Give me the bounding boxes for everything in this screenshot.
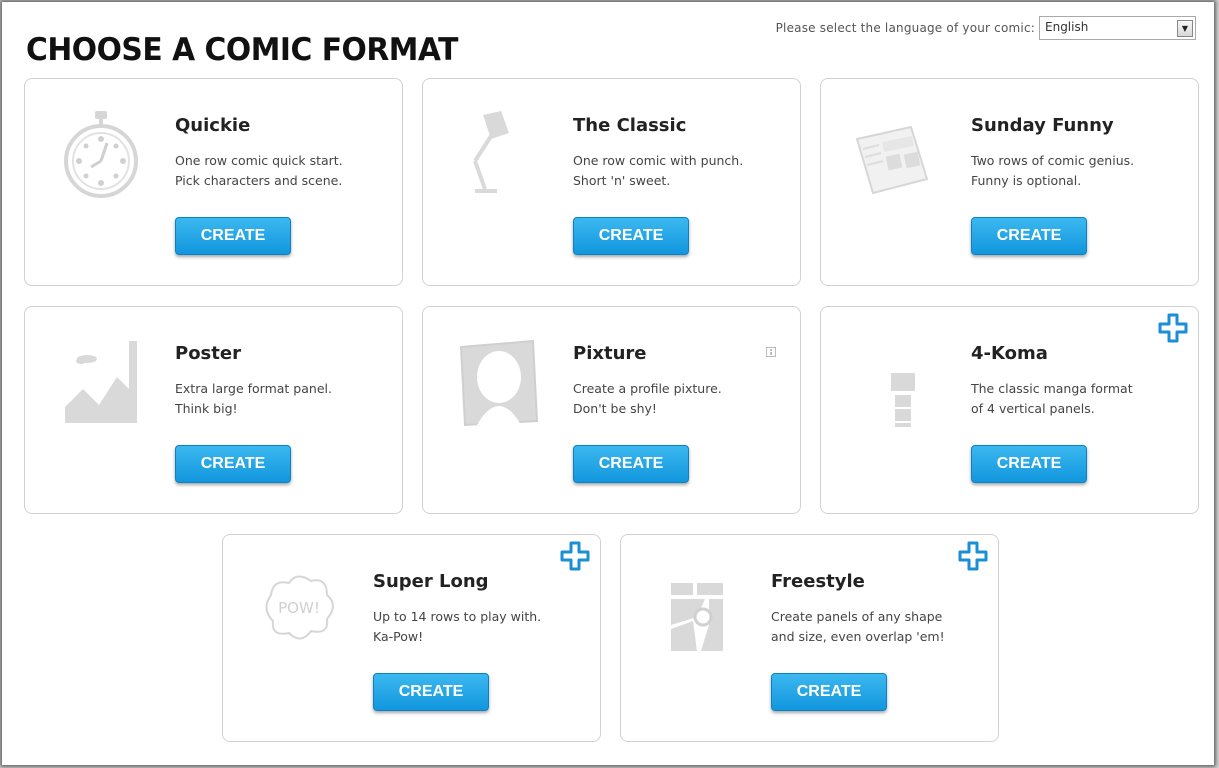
card-title: Quickie [175,115,251,136]
card-desc-line: Ka-Pow! [373,629,424,644]
format-card-4-koma: 4-Koma The classic manga format of 4 ver… [820,306,1199,514]
language-selected-value: English [1045,20,1089,34]
format-card-super-long: POW! Super Long Up to 14 rows to play wi… [222,534,601,742]
vertical-panels-icon [891,373,915,427]
card-desc-line: and size, even overlap 'em! [771,629,945,644]
create-quickie-button[interactable]: CREATE [175,217,291,255]
card-desc-line: Pick characters and scene. [175,173,343,188]
format-card-sunday-funny: Sunday Funny Two rows of comic genius. F… [820,78,1199,286]
card-title: The Classic [573,115,687,136]
card-desc-line: Short 'n' sweet. [573,173,671,188]
card-description: Extra large format panel. Think big! [175,379,395,419]
create-classic-button[interactable]: CREATE [573,217,689,255]
card-desc-line: Think big! [175,401,238,416]
card-desc-line: Create panels of any shape [771,609,943,624]
plus-icon [1158,313,1188,343]
chevron-down-icon[interactable]: ▼ [1177,20,1193,37]
language-label: Please select the language of your comic… [775,21,1035,35]
create-sunday-funny-button[interactable]: CREATE [971,217,1087,255]
card-title: Poster [175,343,241,364]
card-desc-line: Two rows of comic genius. [971,153,1135,168]
card-desc-line: The classic manga format [971,381,1133,396]
profile-photo-icon [459,339,539,427]
format-card-poster: Poster Extra large format panel. Think b… [24,306,403,514]
page-title: CHOOSE A COMIC FORMAT [26,32,458,68]
stopwatch-icon [64,111,138,198]
card-description: Up to 14 rows to play with. Ka-Pow! [373,607,593,647]
info-icon[interactable] [766,347,776,357]
format-card-quickie: Quickie One row comic quick start. Pick … [24,78,403,286]
card-desc-line: of 4 vertical panels. [971,401,1095,416]
card-description: One row comic quick start. Pick characte… [175,151,395,191]
language-selector: Please select the language of your comic… [776,16,1196,40]
create-pixture-button[interactable]: CREATE [573,445,689,483]
card-desc-line: Up to 14 rows to play with. [373,609,542,624]
format-card-freestyle: Freestyle Create panels of any shape and… [620,534,999,742]
card-title: Sunday Funny [971,115,1114,136]
card-desc-line: Extra large format panel. [175,381,332,396]
pow-text: POW! [278,599,320,617]
card-description: Create a profile pixture. Don't be shy! [573,379,793,419]
format-card-classic: The Classic One row comic with punch. Sh… [422,78,801,286]
card-desc-line: Create a profile pixture. [573,381,722,396]
card-desc-line: One row comic quick start. [175,153,343,168]
create-freestyle-button[interactable]: CREATE [771,673,887,711]
card-description: The classic manga format of 4 vertical p… [971,379,1191,419]
create-4-koma-button[interactable]: CREATE [971,445,1087,483]
app-window: CHOOSE A COMIC FORMAT Please select the … [2,2,1214,765]
freestyle-map-icon [671,583,723,651]
newspaper-icon [855,125,929,195]
card-desc-line: One row comic with punch. [573,153,744,168]
card-title: Super Long [373,571,489,592]
card-description: Create panels of any shape and size, eve… [771,607,991,647]
card-title: Freestyle [771,571,865,592]
plus-icon [958,541,988,571]
format-card-pixture: Pixture Create a profile pixture. Don't … [422,306,801,514]
card-title: Pixture [573,343,647,364]
create-poster-button[interactable]: CREATE [175,445,291,483]
card-description: Two rows of comic genius. Funny is optio… [971,151,1191,191]
card-desc-line: Don't be shy! [573,401,657,416]
desk-lamp-icon [473,111,509,193]
landscape-icon [65,341,137,423]
card-title: 4-Koma [971,343,1048,364]
card-desc-line: Funny is optional. [971,173,1082,188]
pow-cloud-icon: POW! [265,575,334,640]
language-dropdown[interactable]: English ▼ [1039,16,1196,40]
create-super-long-button[interactable]: CREATE [373,673,489,711]
plus-icon [560,541,590,571]
card-description: One row comic with punch. Short 'n' swee… [573,151,793,191]
